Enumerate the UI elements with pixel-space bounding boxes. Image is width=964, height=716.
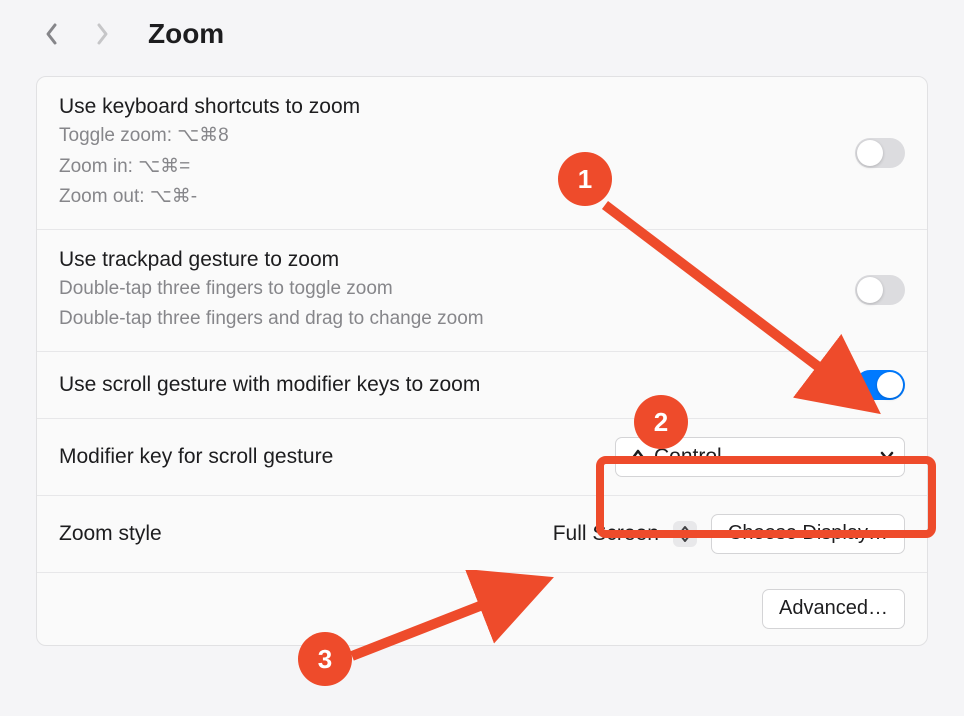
footer-row: Advanced… xyxy=(37,573,927,645)
page-title: Zoom xyxy=(148,18,224,50)
trackpad-gesture-sub1: Double-tap three fingers to toggle zoom xyxy=(59,276,855,303)
header: Zoom xyxy=(0,0,964,68)
row-content: Use scroll gesture with modifier keys to… xyxy=(59,373,855,397)
row-content: Use trackpad gesture to zoom Double-tap … xyxy=(59,248,855,333)
keyboard-shortcut-toggle-zoom: Toggle zoom: ⌥⌘8 xyxy=(59,123,855,150)
keyboard-shortcuts-label: Use keyboard shortcuts to zoom xyxy=(59,95,855,119)
toggle-knob xyxy=(857,277,883,303)
forward-button[interactable] xyxy=(88,20,116,48)
annotation-box-2 xyxy=(596,456,936,538)
trackpad-gesture-sub2: Double-tap three fingers and drag to cha… xyxy=(59,306,855,333)
row-content: Use keyboard shortcuts to zoom Toggle zo… xyxy=(59,95,855,211)
annotation-marker-2: 2 xyxy=(634,395,688,449)
trackpad-gesture-row: Use trackpad gesture to zoom Double-tap … xyxy=(37,230,927,352)
scroll-gesture-toggle[interactable] xyxy=(855,370,905,400)
annotation-marker-1: 1 xyxy=(558,152,612,206)
keyboard-shortcut-zoom-out: Zoom out: ⌥⌘- xyxy=(59,184,855,211)
trackpad-gesture-toggle[interactable] xyxy=(855,275,905,305)
row-content: Zoom style xyxy=(59,522,553,546)
settings-panel: Use keyboard shortcuts to zoom Toggle zo… xyxy=(36,76,928,646)
zoom-style-label: Zoom style xyxy=(59,522,553,546)
back-button[interactable] xyxy=(38,20,66,48)
row-content: Modifier key for scroll gesture xyxy=(59,445,615,469)
toggle-knob xyxy=(877,372,903,398)
toggle-knob xyxy=(857,140,883,166)
scroll-gesture-label: Use scroll gesture with modifier keys to… xyxy=(59,373,855,397)
keyboard-shortcuts-row: Use keyboard shortcuts to zoom Toggle zo… xyxy=(37,77,927,230)
modifier-key-label: Modifier key for scroll gesture xyxy=(59,445,615,469)
advanced-button[interactable]: Advanced… xyxy=(762,589,905,629)
annotation-marker-3: 3 xyxy=(298,632,352,686)
scroll-gesture-row: Use scroll gesture with modifier keys to… xyxy=(37,352,927,419)
keyboard-shortcut-zoom-in: Zoom in: ⌥⌘= xyxy=(59,154,855,181)
trackpad-gesture-label: Use trackpad gesture to zoom xyxy=(59,248,855,272)
keyboard-shortcuts-toggle[interactable] xyxy=(855,138,905,168)
